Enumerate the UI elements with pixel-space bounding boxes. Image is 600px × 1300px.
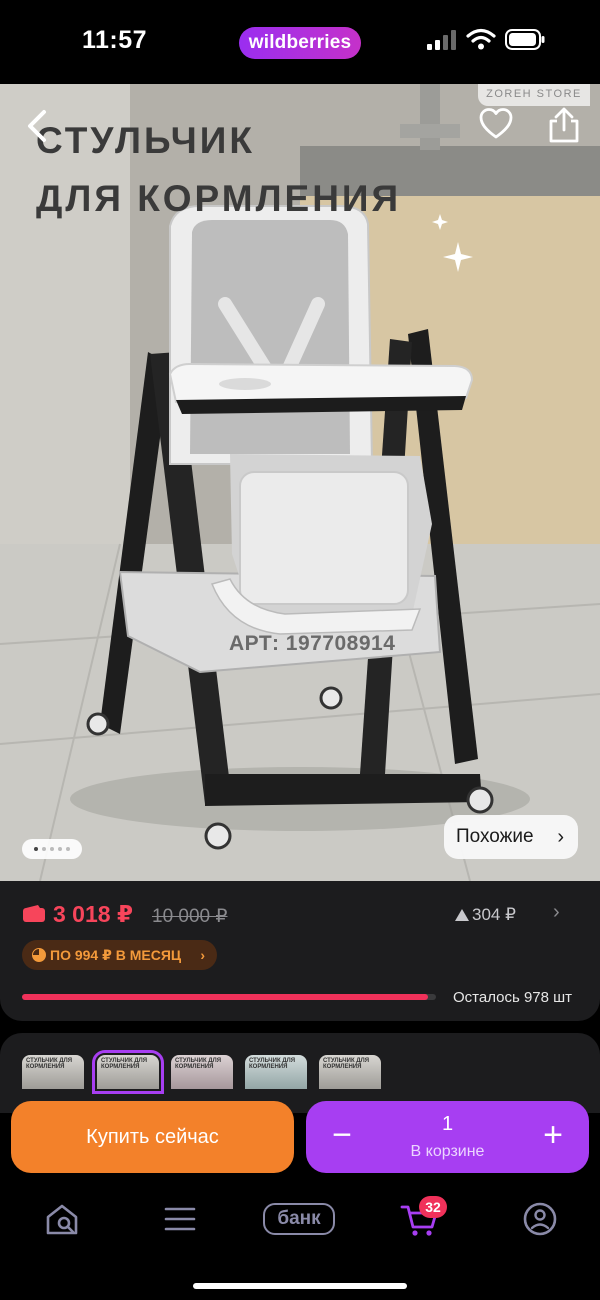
installment-button[interactable]: ПО 994 ₽ В МЕСЯЦ › — [22, 940, 217, 970]
product-screen: 11:57 wildberries СТУЛЬЧИК ДЛЯ КОРМЛЕНИЯ… — [0, 0, 600, 1300]
thumbnail[interactable]: СТУЛЬЧИК ДЛЯ КОРМЛЕНИЯ — [319, 1055, 381, 1089]
back-arrow-icon[interactable] — [18, 106, 54, 146]
thumbnail[interactable]: СТУЛЬЧИК ДЛЯ КОРМЛЕНИЯ — [171, 1055, 233, 1089]
price-card: 3 018 ₽ 10 000 ₽ 304 ₽ › ПО 994 ₽ В МЕСЯ… — [0, 881, 600, 1021]
stock-remaining: Осталось 978 шт — [453, 989, 573, 1006]
increase-quantity-button[interactable]: + — [535, 1117, 571, 1153]
thumbnail-caption: СТУЛЬЧИК ДЛЯ КОРМЛЕНИЯ — [175, 1058, 222, 1070]
chevron-right-icon: › — [200, 947, 205, 963]
old-price: 10 000 ₽ — [152, 906, 228, 927]
profile-icon[interactable] — [518, 1199, 562, 1239]
wallet-icon — [23, 905, 45, 922]
thumbnail-caption: СТУЛЬЧИК ДЛЯ КОРМЛЕНИЯ — [101, 1058, 148, 1070]
share-icon[interactable] — [547, 106, 581, 144]
wifi-icon — [466, 28, 496, 50]
battery-icon — [505, 29, 545, 50]
bottom-tab-bar: банк 32 — [0, 1185, 600, 1300]
thumbnail[interactable]: СТУЛЬЧИК ДЛЯ КОРМЛЕНИЯ — [22, 1055, 84, 1089]
pie-chart-icon — [32, 948, 46, 962]
article-number: АРТ: 197708914 — [229, 632, 396, 655]
app-badge: wildberries — [239, 27, 361, 59]
favorite-heart-icon[interactable] — [478, 106, 514, 142]
status-bar: 11:57 wildberries — [0, 0, 600, 84]
signal-icon — [427, 30, 457, 50]
image-pagination-dots[interactable] — [22, 839, 82, 859]
hero-title-line1: СТУЛЬЧИК — [36, 120, 255, 161]
thumbnail[interactable]: СТУЛЬЧИК ДЛЯ КОРМЛЕНИЯ — [245, 1055, 307, 1089]
hero-title-line2: ДЛЯ КОРМЛЕНИЯ — [36, 178, 402, 219]
home-indicator[interactable] — [193, 1283, 407, 1289]
chevron-right-icon[interactable]: › — [553, 901, 560, 924]
thumbnail-caption: СТУЛЬЧИК ДЛЯ КОРМЛЕНИЯ — [26, 1058, 73, 1070]
buy-now-button[interactable]: Купить сейчас — [11, 1101, 294, 1173]
thumbnail-caption: СТУЛЬЧИК ДЛЯ КОРМЛЕНИЯ — [249, 1058, 296, 1070]
bank-tab[interactable]: банк — [263, 1203, 335, 1235]
similar-button[interactable]: Похожие › — [444, 815, 578, 859]
stock-progress-fill — [22, 994, 428, 1000]
current-price: 3 018 ₽ — [53, 901, 133, 927]
home-search-icon[interactable] — [40, 1199, 84, 1239]
similar-button-label: Похожие — [456, 826, 534, 847]
installment-label: ПО 994 ₽ В МЕСЯЦ — [50, 947, 182, 963]
hero-title: СТУЛЬЧИК ДЛЯ КОРМЛЕНИЯ — [36, 112, 456, 228]
stock-progress-bar — [22, 994, 436, 1000]
bonus-amount[interactable]: 304 ₽ — [472, 905, 516, 925]
thumbnail-selected[interactable]: СТУЛЬЧИК ДЛЯ КОРМЛЕНИЯ — [92, 1050, 164, 1094]
thumbnail-caption: СТУЛЬЧИК ДЛЯ КОРМЛЕНИЯ — [323, 1058, 370, 1070]
product-image-carousel[interactable]: СТУЛЬЧИК ДЛЯ КОРМЛЕНИЯ ZOREH STORE АРТ: … — [0, 84, 600, 881]
cart-count-badge: 32 — [419, 1196, 447, 1218]
chevron-right-icon: › — [557, 826, 564, 848]
status-time: 11:57 — [82, 26, 148, 54]
cart-quantity-control: − 1 В корзине + — [306, 1101, 589, 1173]
menu-icon[interactable] — [158, 1199, 202, 1239]
store-badge: ZOREH STORE — [478, 84, 590, 106]
bonus-triangle-icon — [455, 909, 469, 921]
